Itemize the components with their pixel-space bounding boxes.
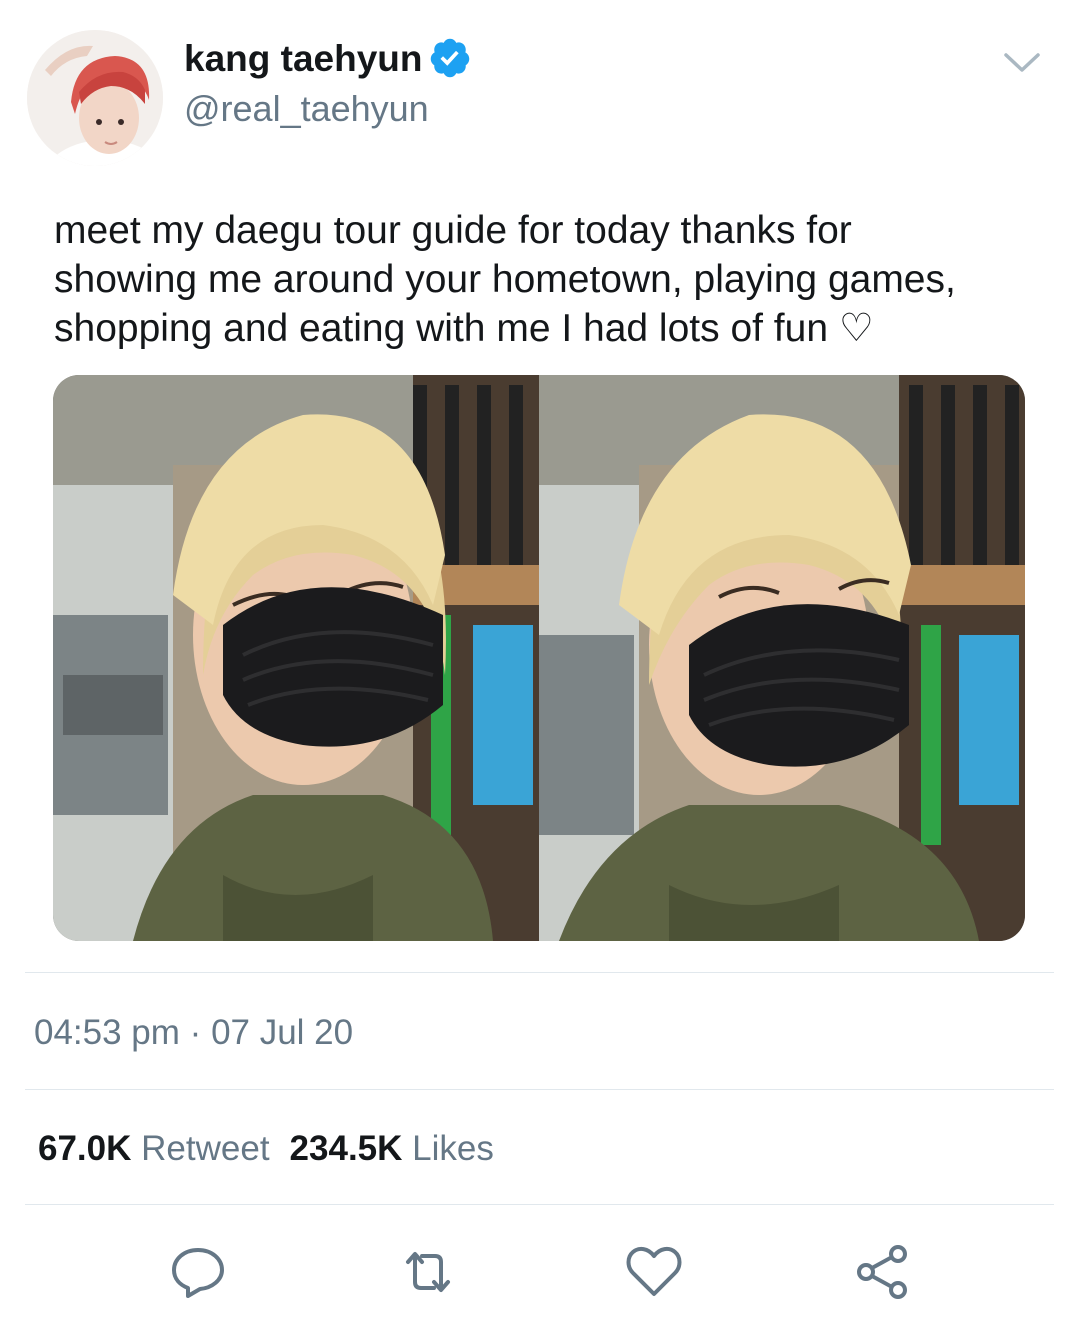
retweet-stat[interactable]: 67.0K Retweet <box>38 1129 270 1168</box>
chevron-down-icon[interactable] <box>1000 45 1044 79</box>
divider <box>25 972 1054 973</box>
divider <box>25 1089 1054 1090</box>
likes-label: Likes <box>412 1129 494 1168</box>
timestamp-separator: · <box>189 1013 202 1052</box>
likes-stat[interactable]: 234.5K Likes <box>290 1129 494 1168</box>
tweet-time: 04:53 pm <box>34 1013 180 1052</box>
reply-icon[interactable] <box>168 1242 228 1302</box>
media-photo-2[interactable] <box>539 375 1025 941</box>
avatar-image <box>27 30 163 166</box>
tweet-date: 07 Jul 20 <box>211 1013 354 1052</box>
divider <box>25 1204 1054 1205</box>
photo-image <box>53 375 539 941</box>
engagement-stats: 67.0K Retweet 234.5K Likes <box>38 1129 494 1169</box>
photo-image <box>539 375 1025 941</box>
like-icon[interactable] <box>624 1242 684 1302</box>
author-handle[interactable]: @real_taehyun <box>184 88 429 130</box>
retweet-count: 67.0K <box>38 1129 132 1168</box>
tweet-media[interactable] <box>53 375 1025 941</box>
share-icon[interactable] <box>852 1242 912 1302</box>
verified-badge-icon <box>430 38 470 78</box>
likes-count: 234.5K <box>289 1129 403 1168</box>
media-photo-1[interactable] <box>53 375 539 941</box>
tweet-timestamp[interactable]: 04:53 pm · 07 Jul 20 <box>34 1013 353 1053</box>
tweet-text: meet my daegu tour guide for today thank… <box>54 209 956 350</box>
retweet-label: Retweet <box>141 1129 270 1168</box>
avatar[interactable] <box>27 30 163 166</box>
retweet-icon[interactable] <box>398 1242 458 1302</box>
author-display-name[interactable]: kang taehyun <box>184 38 423 80</box>
